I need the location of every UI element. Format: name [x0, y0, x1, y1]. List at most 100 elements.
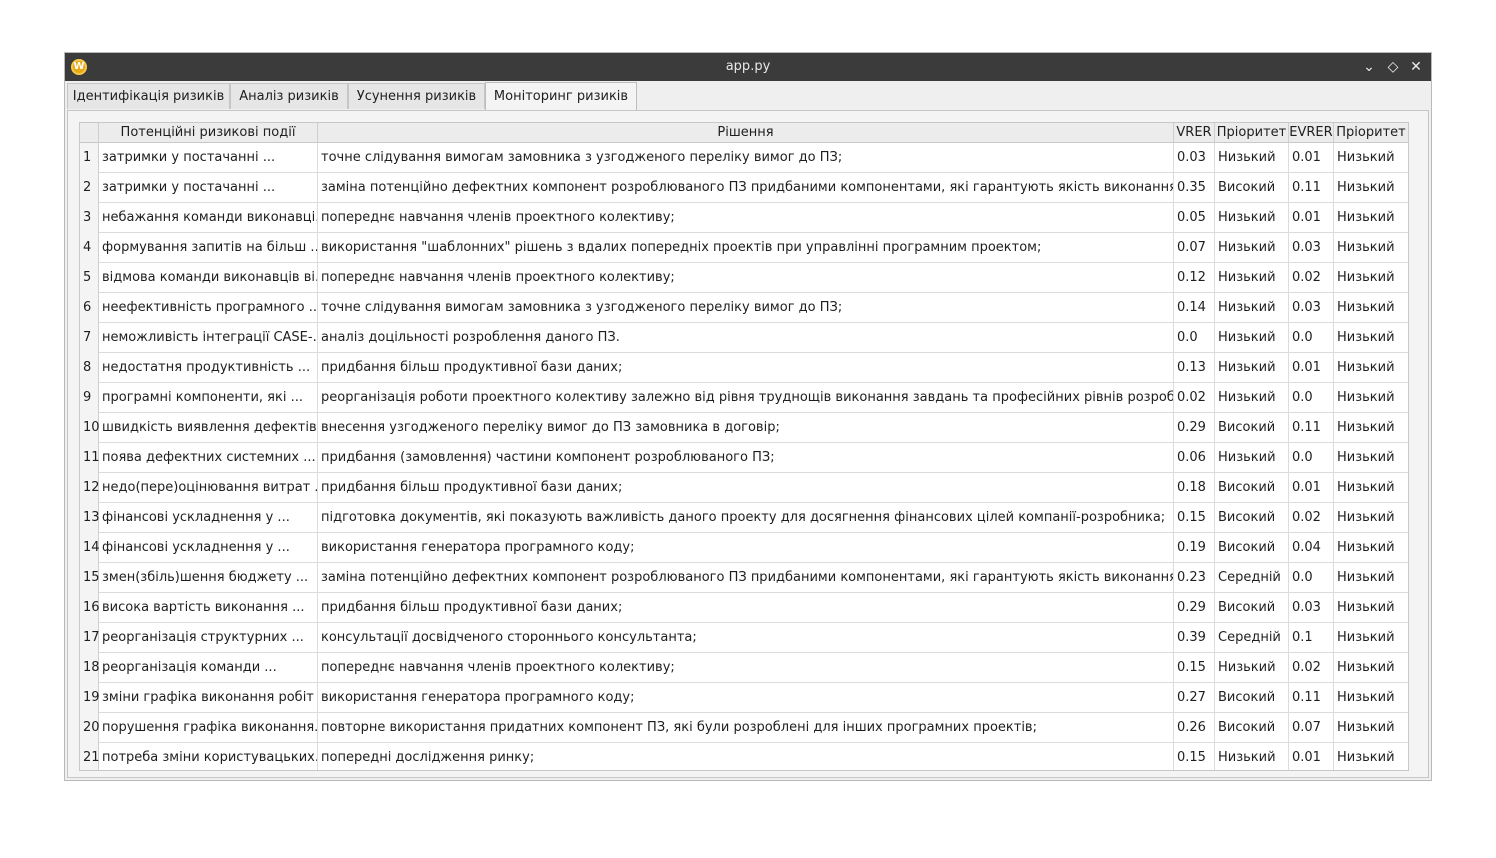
cell-vrer[interactable]: 0.29: [1174, 593, 1215, 623]
row-number[interactable]: 8: [80, 353, 99, 383]
table-row[interactable]: 10 швидкість виявлення дефектів ... внесен…: [80, 413, 1408, 443]
cell-solution[interactable]: повторне використання придатних компонен…: [318, 713, 1174, 743]
cell-priority-vrer[interactable]: Високий: [1215, 503, 1289, 533]
cell-priority-evrer[interactable]: Низький: [1334, 413, 1408, 443]
cell-solution[interactable]: попередні дослідження ринку;: [318, 743, 1174, 770]
cell-evrer[interactable]: 0.0: [1289, 563, 1334, 593]
cell-risk-event[interactable]: формування запитів на більш ...: [99, 233, 318, 263]
cell-priority-vrer[interactable]: Низький: [1215, 383, 1289, 413]
table-row[interactable]: 14 фінансові ускладнення у ... використанн…: [80, 533, 1408, 563]
corner-header[interactable]: [80, 123, 99, 143]
cell-solution[interactable]: придбання більш продуктивної бази даних;: [318, 473, 1174, 503]
cell-risk-event[interactable]: затримки у постачанні ...: [99, 143, 318, 173]
row-number[interactable]: 9: [80, 383, 99, 413]
table-row[interactable]: 1 затримки у постачанні ... точне слідуван…: [80, 143, 1408, 173]
cell-evrer[interactable]: 0.0: [1289, 323, 1334, 353]
cell-solution[interactable]: попереднє навчання членів проектного кол…: [318, 203, 1174, 233]
cell-priority-vrer[interactable]: Низький: [1215, 653, 1289, 683]
cell-priority-vrer[interactable]: Низький: [1215, 443, 1289, 473]
cell-priority-evrer[interactable]: Низький: [1334, 713, 1408, 743]
title-bar[interactable]: W app.py ⌄ ◇ ✕: [65, 53, 1431, 81]
cell-risk-event[interactable]: фінансові ускладнення у ...: [99, 503, 318, 533]
cell-vrer[interactable]: 0.39: [1174, 623, 1215, 653]
cell-priority-evrer[interactable]: Низький: [1334, 353, 1408, 383]
cell-risk-event[interactable]: висока вартість виконання ...: [99, 593, 318, 623]
cell-evrer[interactable]: 0.01: [1289, 143, 1334, 173]
cell-vrer[interactable]: 0.27: [1174, 683, 1215, 713]
cell-priority-vrer[interactable]: Високий: [1215, 533, 1289, 563]
tab-risk-monitoring[interactable]: Моніторинг ризиків: [485, 82, 637, 111]
cell-solution[interactable]: внесення узгодженого переліку вимог до П…: [318, 413, 1174, 443]
cell-priority-evrer[interactable]: Низький: [1334, 203, 1408, 233]
table-row[interactable]: 3 небажання команди виконавці... попереднє…: [80, 203, 1408, 233]
cell-vrer[interactable]: 0.05: [1174, 203, 1215, 233]
table-row[interactable]: 6 неефективність програмного ... точне слі…: [80, 293, 1408, 323]
cell-solution[interactable]: заміна потенційно дефектних компонент ро…: [318, 173, 1174, 203]
cell-evrer[interactable]: 0.1: [1289, 623, 1334, 653]
cell-priority-vrer[interactable]: Низький: [1215, 203, 1289, 233]
table-row[interactable]: 9 програмні компоненти, які ... реорганіза…: [80, 383, 1408, 413]
cell-priority-vrer[interactable]: Високий: [1215, 473, 1289, 503]
row-number[interactable]: 13: [80, 503, 100, 533]
cell-risk-event[interactable]: потреба зміни користувацьких...: [99, 743, 318, 770]
cell-evrer[interactable]: 0.03: [1289, 593, 1334, 623]
cell-vrer[interactable]: 0.0: [1174, 323, 1215, 353]
cell-vrer[interactable]: 0.15: [1174, 503, 1215, 533]
cell-vrer[interactable]: 0.02: [1174, 383, 1215, 413]
row-number[interactable]: 3: [80, 203, 99, 233]
cell-risk-event[interactable]: неефективність програмного ...: [99, 293, 318, 323]
table-row[interactable]: 17 реорганізація структурних ... консульта…: [80, 623, 1408, 653]
cell-evrer[interactable]: 0.0: [1289, 443, 1334, 473]
cell-solution[interactable]: точне слідування вимогам замовника з узг…: [318, 293, 1174, 323]
cell-risk-event[interactable]: неможливість інтеграції CASE-...: [99, 323, 318, 353]
cell-priority-vrer[interactable]: Низький: [1215, 143, 1289, 173]
cell-priority-vrer[interactable]: Високий: [1215, 173, 1289, 203]
cell-priority-evrer[interactable]: Низький: [1334, 653, 1408, 683]
cell-risk-event[interactable]: фінансові ускладнення у ...: [99, 533, 318, 563]
cell-priority-vrer[interactable]: Високий: [1215, 593, 1289, 623]
cell-risk-event[interactable]: зміни графіка виконання робіт ...: [99, 683, 318, 713]
cell-priority-evrer[interactable]: Низький: [1334, 683, 1408, 713]
cell-evrer[interactable]: 0.11: [1289, 413, 1334, 443]
risk-monitoring-table[interactable]: Потенційні ризикові події Рішення VRER П…: [79, 122, 1409, 771]
cell-solution[interactable]: використання "шаблонних" рішень з вдалих…: [318, 233, 1174, 263]
cell-priority-vrer[interactable]: Низький: [1215, 233, 1289, 263]
row-number[interactable]: 17: [80, 623, 100, 653]
cell-evrer[interactable]: 0.01: [1289, 743, 1334, 770]
cell-risk-event[interactable]: недостатня продуктивність ...: [99, 353, 318, 383]
cell-risk-event[interactable]: відмова команди виконавців ві...: [99, 263, 318, 293]
cell-priority-vrer[interactable]: Низький: [1215, 263, 1289, 293]
cell-vrer[interactable]: 0.12: [1174, 263, 1215, 293]
row-number[interactable]: 11: [80, 443, 100, 473]
cell-priority-vrer[interactable]: Низький: [1215, 293, 1289, 323]
cell-solution[interactable]: використання генератора програмного коду…: [318, 533, 1174, 563]
cell-evrer[interactable]: 0.02: [1289, 503, 1334, 533]
cell-evrer[interactable]: 0.01: [1289, 473, 1334, 503]
cell-priority-vrer[interactable]: Середній: [1215, 623, 1289, 653]
cell-evrer[interactable]: 0.11: [1289, 173, 1334, 203]
header-risk-events[interactable]: Потенційні ризикові події: [99, 123, 318, 143]
row-number[interactable]: 18: [80, 653, 100, 683]
header-vrer[interactable]: VRER: [1174, 123, 1215, 143]
cell-vrer[interactable]: 0.06: [1174, 443, 1215, 473]
cell-solution[interactable]: придбання більш продуктивної бази даних;: [318, 593, 1174, 623]
header-evrer[interactable]: EVRER: [1289, 123, 1334, 143]
cell-risk-event[interactable]: реорганізація команди ...: [99, 653, 318, 683]
cell-evrer[interactable]: 0.02: [1289, 263, 1334, 293]
row-number[interactable]: 10: [80, 413, 100, 443]
cell-priority-vrer[interactable]: Низький: [1215, 323, 1289, 353]
cell-evrer[interactable]: 0.01: [1289, 203, 1334, 233]
row-number[interactable]: 20: [80, 713, 100, 743]
cell-vrer[interactable]: 0.07: [1174, 233, 1215, 263]
table-row[interactable]: 13 фінансові ускладнення у ... підготовка …: [80, 503, 1408, 533]
cell-risk-event[interactable]: затримки у постачанні ...: [99, 173, 318, 203]
row-number[interactable]: 14: [80, 533, 100, 563]
cell-priority-evrer[interactable]: Низький: [1334, 503, 1408, 533]
cell-priority-evrer[interactable]: Низький: [1334, 473, 1408, 503]
cell-priority-vrer[interactable]: Високий: [1215, 413, 1289, 443]
cell-priority-evrer[interactable]: Низький: [1334, 293, 1408, 323]
cell-vrer[interactable]: 0.13: [1174, 353, 1215, 383]
cell-risk-event[interactable]: змен(збіль)шення бюджету ...: [99, 563, 318, 593]
cell-evrer[interactable]: 0.11: [1289, 683, 1334, 713]
row-number[interactable]: 4: [80, 233, 99, 263]
